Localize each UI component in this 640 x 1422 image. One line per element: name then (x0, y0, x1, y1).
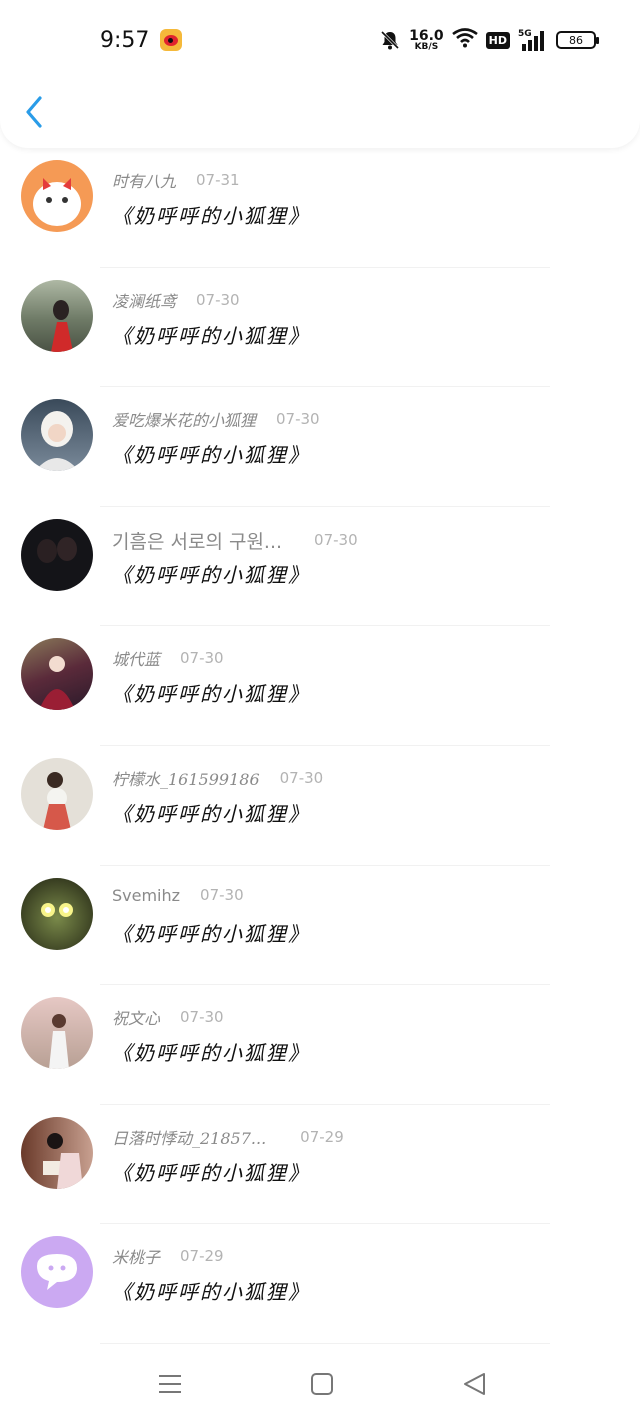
menu-icon (159, 1375, 181, 1393)
menu-button[interactable] (156, 1370, 184, 1398)
avatar[interactable] (21, 518, 93, 591)
avatar[interactable] (21, 877, 93, 950)
avatar[interactable] (21, 1236, 93, 1309)
status-indicators: 16.0 KB/S HD 5G 86 (379, 26, 599, 54)
item-meta: 柠檬水_161599186 07-30 (112, 766, 323, 790)
wifi-icon (451, 28, 478, 52)
item-date: 07-31 (196, 171, 240, 189)
item-meta: 爱吃爆米花的小狐狸 07-30 (112, 407, 320, 431)
item-date: 07-30 (314, 531, 358, 550)
list-item[interactable]: 米桃子 07-29 《奶呼呼的小狐狸》 (0, 1224, 640, 1344)
item-title[interactable]: 《奶呼呼的小狐狸》 (112, 798, 310, 827)
weibo-icon (160, 29, 182, 51)
avatar[interactable] (21, 1116, 93, 1189)
user-name[interactable]: 米桃子 (112, 1244, 160, 1268)
list-item[interactable]: 城代蓝 07-30 《奶呼呼的小狐狸》 (0, 626, 640, 746)
back-nav-button[interactable] (460, 1370, 488, 1398)
list-item[interactable]: 日落时悸动_21857... 07-29 《奶呼呼的小狐狸》 (0, 1105, 640, 1225)
item-meta: 凌澜纸鸢 07-30 (112, 288, 240, 312)
list-item[interactable]: 기흠은 서로의 구원... 07-30 《奶呼呼的小狐狸》 (0, 507, 640, 627)
repost-list: 时有八九 07-31 《奶呼呼的小狐狸》 凌澜纸鸢 07-30 《奶呼呼的小狐狸… (0, 148, 640, 1344)
item-title[interactable]: 《奶呼呼的小狐狸》 (112, 1276, 310, 1305)
avatar[interactable] (21, 997, 93, 1070)
hd-badge: HD (485, 31, 510, 49)
item-date: 07-30 (200, 886, 244, 905)
battery-icon: 86 (556, 31, 599, 49)
net-speed-unit: KB/S (414, 41, 439, 52)
divider (100, 1342, 550, 1344)
list-item[interactable]: 时有八九 07-31 《奶呼呼的小狐狸》 (0, 148, 640, 268)
avatar[interactable] (21, 757, 93, 830)
item-title[interactable]: 《奶呼呼的小狐狸》 (112, 918, 310, 947)
avatar[interactable] (21, 638, 93, 711)
list-item[interactable]: 祝文心 07-30 《奶呼呼的小狐狸》 (0, 985, 640, 1105)
system-nav-bar (0, 1350, 640, 1422)
net-speed-value: 16.0 (409, 27, 444, 44)
item-meta: Svemihz 07-30 (112, 886, 244, 905)
item-date: 07-30 (180, 1008, 224, 1027)
item-title[interactable]: 《奶呼呼的小狐狸》 (112, 1037, 310, 1066)
status-time: 9:57 (100, 28, 150, 53)
item-title[interactable]: 《奶呼呼的小狐狸》 (112, 678, 310, 707)
list-item[interactable]: 柠檬水_161599186 07-30 《奶呼呼的小狐狸》 (0, 746, 640, 866)
user-name[interactable]: 时有八九 (112, 168, 176, 192)
item-date: 07-30 (196, 290, 240, 309)
user-name[interactable]: Svemihz (112, 886, 180, 905)
item-date: 07-29 (300, 1127, 344, 1146)
user-name[interactable]: 祝文心 (112, 1005, 160, 1029)
user-name[interactable]: 城代蓝 (112, 646, 160, 670)
back-button[interactable] (22, 94, 48, 130)
item-title[interactable]: 《奶呼呼的小狐狸》 (112, 320, 310, 349)
status-bar: 9:57 16.0 KB/S HD 5G 86 (0, 0, 640, 80)
item-meta: 日落时悸动_21857... 07-29 (112, 1125, 344, 1149)
item-meta: 时有八九 07-31 (112, 168, 240, 192)
item-meta: 城代蓝 07-30 (112, 646, 224, 670)
user-name[interactable]: 기흠은 서로의 구원... (112, 527, 282, 554)
item-meta: 祝文心 07-30 (112, 1005, 224, 1029)
list-item[interactable]: 爱吃爆米花的小狐狸 07-30 《奶呼呼的小狐狸》 (0, 387, 640, 507)
list-item[interactable]: 凌澜纸鸢 07-30 《奶呼呼的小狐狸》 (0, 268, 640, 388)
item-title[interactable]: 《奶呼呼的小狐狸》 (112, 439, 310, 468)
avatar[interactable] (21, 279, 93, 352)
item-meta: 기흠은 서로의 구원... 07-30 (112, 527, 358, 554)
signal-label: 5G (518, 29, 532, 39)
signal-icon: 5G (518, 29, 548, 51)
avatar[interactable] (21, 399, 93, 472)
bell-off-icon (379, 29, 401, 51)
item-date: 07-30 (279, 768, 324, 787)
home-square-icon (311, 1373, 333, 1395)
list-item[interactable]: Svemihz 07-30 《奶呼呼的小狐狸》 (0, 866, 640, 986)
avatar[interactable] (21, 160, 93, 232)
home-button[interactable] (308, 1370, 336, 1398)
item-meta: 米桃子 07-29 (112, 1244, 224, 1268)
item-title[interactable]: 《奶呼呼的小狐狸》 (112, 559, 310, 588)
item-date: 07-30 (276, 410, 320, 429)
item-date: 07-30 (180, 649, 224, 668)
item-title[interactable]: 《奶呼呼的小狐狸》 (112, 200, 310, 229)
chevron-left-icon (26, 96, 42, 128)
battery-level: 86 (569, 33, 583, 47)
app-header: 9:57 16.0 KB/S HD 5G 86 (0, 0, 640, 148)
user-name[interactable]: 柠檬水_161599186 (112, 766, 260, 790)
user-name[interactable]: 凌澜纸鸢 (112, 288, 176, 312)
item-date: 07-29 (180, 1247, 224, 1266)
back-triangle-icon (464, 1373, 485, 1395)
item-title[interactable]: 《奶呼呼的小狐狸》 (112, 1157, 310, 1186)
user-name[interactable]: 爱吃爆米花的小狐狸 (112, 407, 256, 431)
user-name[interactable]: 日落时悸动_21857... (112, 1125, 266, 1149)
net-speed: 16.0 KB/S (409, 29, 444, 52)
